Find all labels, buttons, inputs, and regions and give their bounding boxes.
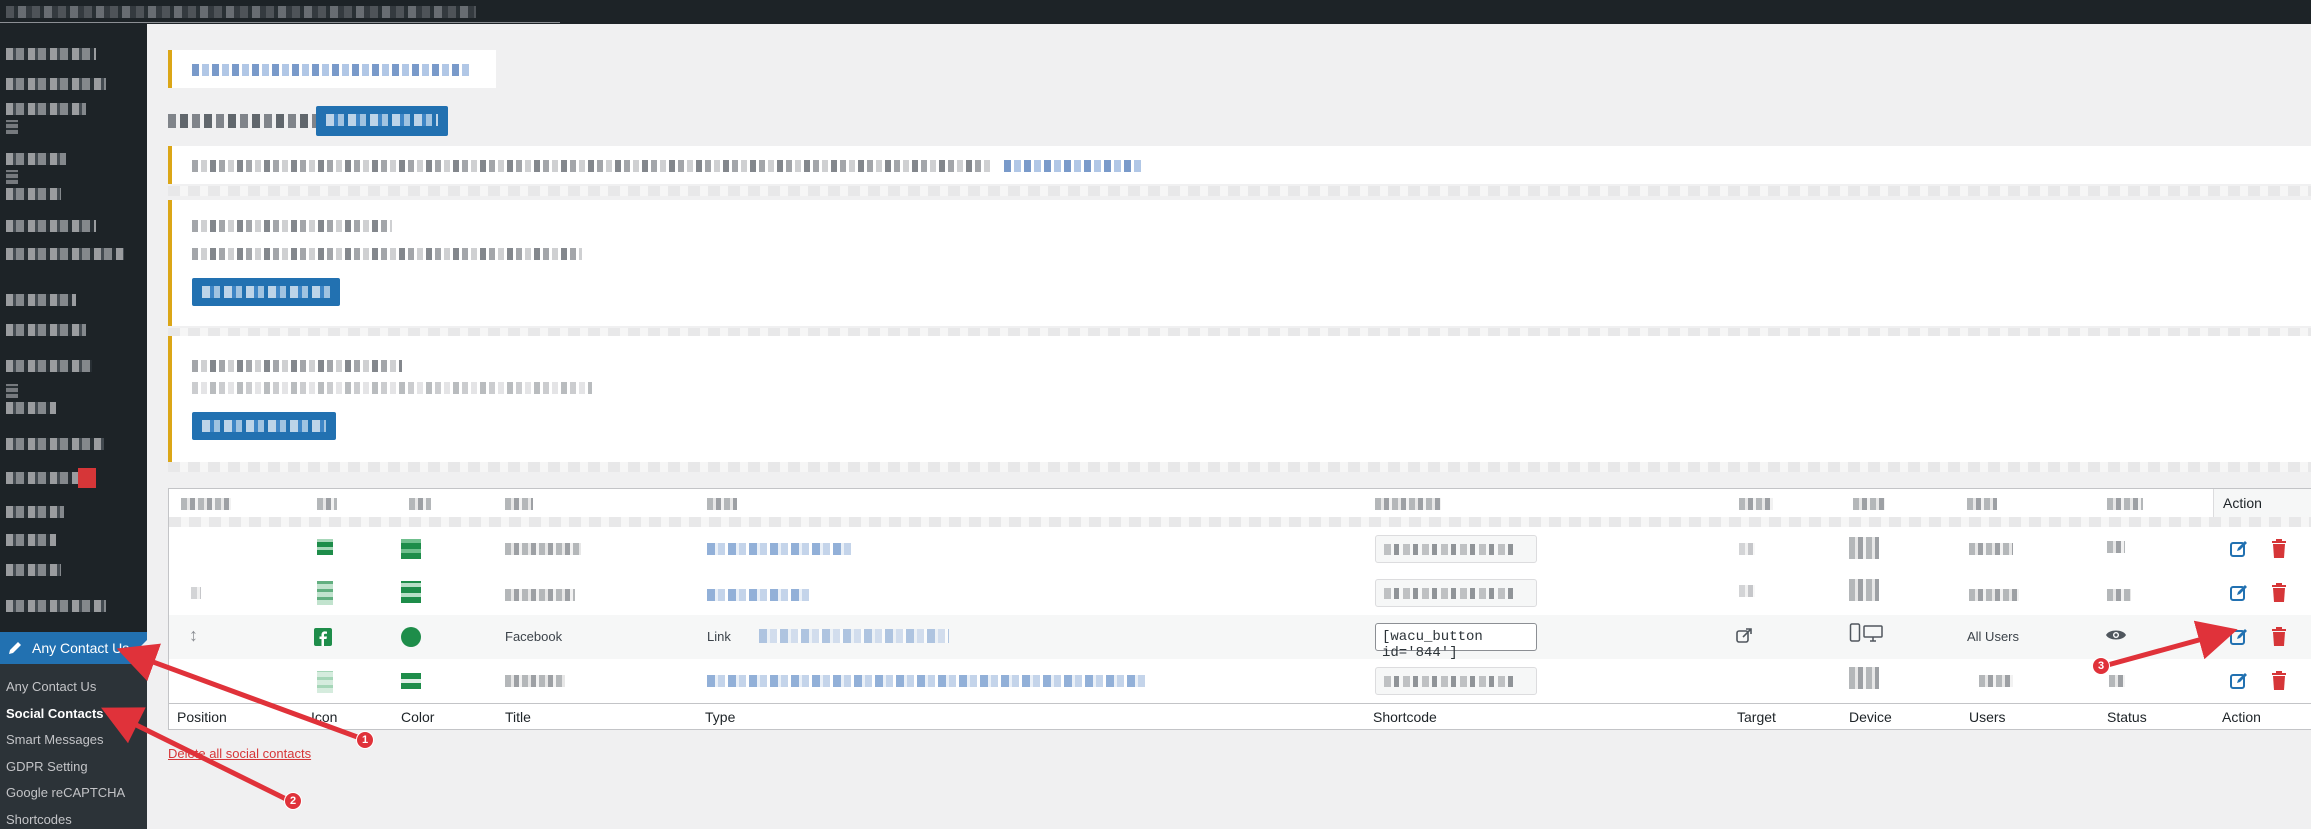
- annotation-arrow-2: [101, 707, 290, 803]
- annotation-badge-2: 2: [284, 792, 302, 810]
- annotation-arrow-1: [116, 643, 361, 741]
- annotation-arrow-3: [2103, 620, 2238, 669]
- annotation-overlay: [101, 620, 2238, 803]
- annotation-badge-3: 3: [2092, 657, 2110, 675]
- annotation-badge-1: 1: [356, 731, 374, 749]
